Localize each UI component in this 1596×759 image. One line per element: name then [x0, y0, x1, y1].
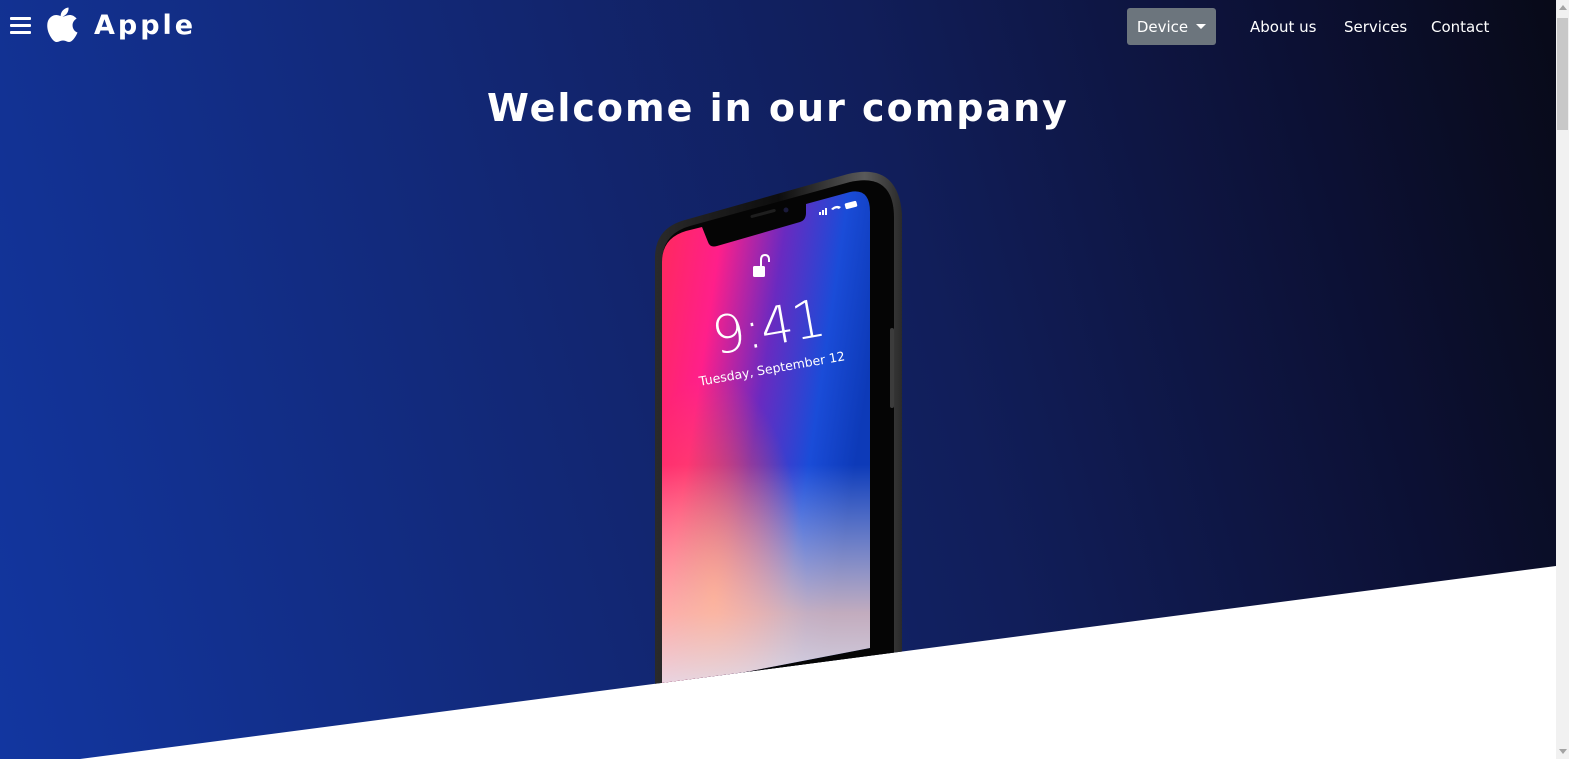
brand-name[interactable]: Apple — [94, 10, 196, 41]
scrollbar-thumb[interactable] — [1557, 18, 1568, 130]
device-dropdown-label: Device — [1136, 17, 1189, 36]
hamburger-menu-icon[interactable] — [10, 17, 31, 35]
device-dropdown-button[interactable]: Device — [1127, 8, 1216, 45]
apple-logo-icon[interactable] — [47, 6, 78, 43]
hero-title: Welcome in our company — [487, 86, 1069, 130]
nav-link-services[interactable]: Services — [1344, 18, 1407, 36]
caret-down-icon — [1196, 24, 1207, 29]
hero-section: Apple Device About us Services Contact W… — [0, 0, 1556, 759]
navbar: Apple Device About us Services Contact — [0, 0, 1556, 56]
scroll-up-icon[interactable] — [1559, 5, 1567, 10]
scrollbar-track[interactable] — [1556, 0, 1569, 759]
scroll-down-icon[interactable] — [1559, 749, 1567, 754]
nav-link-contact[interactable]: Contact — [1431, 18, 1489, 36]
nav-link-about-us[interactable]: About us — [1250, 18, 1316, 36]
iphone-image — [655, 171, 902, 688]
page-scrollbar[interactable] — [1556, 0, 1596, 759]
